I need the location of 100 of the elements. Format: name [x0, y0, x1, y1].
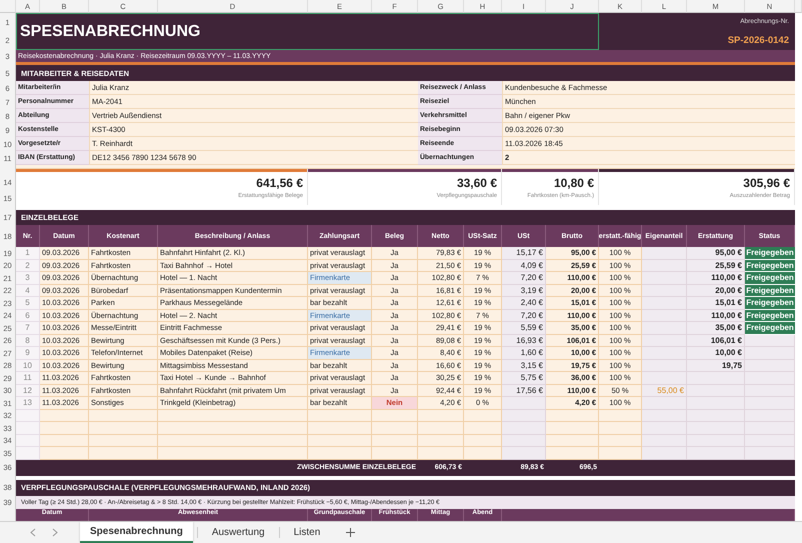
vat-cell: 5,75 € — [502, 372, 546, 384]
table-cell — [642, 434, 687, 447]
corner-cell[interactable] — [0, 0, 16, 13]
table-cell — [372, 434, 418, 447]
status-cell: Freigegeben — [745, 284, 795, 297]
row-number-cell: 6 — [16, 310, 40, 322]
next-sheet-icon[interactable] — [52, 528, 58, 537]
table-cell — [308, 434, 372, 447]
table-cell — [89, 447, 158, 460]
vat-cell: 3,19 € — [502, 284, 546, 297]
status-cell: Freigegeben — [745, 272, 795, 284]
invoice-number: SP-2026-0142 — [726, 35, 790, 46]
status-cell: Freigegeben — [745, 322, 795, 334]
table-cell — [687, 447, 745, 460]
refund-cell: 20,00 € — [687, 284, 745, 297]
refund-cell: 15,01 € — [687, 297, 745, 310]
table-cell — [745, 447, 795, 460]
summary-value: 305,96 € — [743, 175, 791, 190]
table-cell — [642, 272, 687, 284]
table-cell — [642, 284, 687, 297]
own-share-cell: 55,00 € — [642, 384, 687, 397]
table-cell — [418, 422, 464, 434]
refund-cell: 95,00 € — [687, 247, 745, 260]
vat-cell: 2,40 € — [502, 297, 546, 310]
vat-cell: 17,56 € — [502, 384, 546, 397]
table-cell — [642, 334, 687, 347]
table-cell — [308, 447, 372, 460]
summary-value: 641,56 € — [256, 175, 304, 190]
table-cell — [502, 410, 546, 422]
table-cell — [642, 372, 687, 384]
table-cell — [546, 422, 599, 434]
sheet-tab[interactable]: Listen — [284, 522, 330, 543]
table-cell — [745, 334, 795, 347]
row-number-cell: 7 — [16, 322, 40, 334]
row-number-cell: 10 — [16, 360, 40, 372]
refund-cell: 10,00 € — [687, 347, 745, 360]
table-cell — [642, 297, 687, 310]
sheet-tab[interactable]: Spesenabrechnung — [80, 522, 193, 543]
table-cell — [372, 410, 418, 422]
table-cell — [502, 434, 546, 447]
table-cell — [745, 347, 795, 360]
status-cell: Freigegeben — [745, 260, 795, 272]
row-number-cell: 13 — [16, 397, 40, 410]
table-cell — [745, 422, 795, 434]
table-cell — [546, 410, 599, 422]
add-sheet-icon[interactable] — [346, 528, 356, 537]
row-number-cell: 11 — [16, 372, 40, 384]
table-cell — [40, 434, 89, 447]
table-cell — [464, 447, 502, 460]
table-cell — [89, 410, 158, 422]
table-cell — [642, 397, 687, 410]
table-cell — [599, 447, 642, 460]
table-cell — [308, 410, 372, 422]
table-cell — [16, 410, 40, 422]
table-cell — [599, 434, 642, 447]
table-cell — [745, 434, 795, 447]
table-cell — [745, 410, 795, 422]
table-cell — [642, 247, 687, 260]
vat-cell: 7,20 € — [502, 310, 546, 322]
vat-cell: 15,17 € — [502, 247, 546, 260]
vat-cell: 5,59 € — [502, 322, 546, 334]
table-cell — [89, 422, 158, 434]
refund-cell: 25,59 € — [687, 260, 745, 272]
table-cell — [372, 422, 418, 434]
row-number-cell: 2 — [16, 260, 40, 272]
vat-cell: 3,15 € — [502, 360, 546, 372]
status-cell: Freigegeben — [745, 310, 795, 322]
table-cell — [745, 384, 795, 397]
refund-cell: 110,00 € — [687, 310, 745, 322]
table-cell — [40, 410, 89, 422]
summary-value: 33,60 € — [456, 175, 498, 190]
table-cell — [464, 422, 502, 434]
table-cell — [745, 360, 795, 372]
row-number-cell: 1 — [16, 247, 40, 260]
table-cell — [40, 447, 89, 460]
table-cell — [642, 422, 687, 434]
status-cell: Freigegeben — [745, 247, 795, 260]
table-cell — [642, 447, 687, 460]
refund-cell: 110,00 € — [687, 272, 745, 284]
refund-cell: 35,00 € — [687, 322, 745, 334]
sheet-tab[interactable]: Auswertung — [202, 522, 275, 543]
table-cell — [418, 434, 464, 447]
table-cell — [642, 410, 687, 422]
vat-cell: 4,09 € — [502, 260, 546, 272]
column-header[interactable] — [795, 0, 802, 13]
table-cell — [502, 447, 546, 460]
row-header[interactable] — [0, 508, 16, 520]
table-cell — [40, 422, 89, 434]
table-cell — [418, 447, 464, 460]
row-number-cell: 9 — [16, 347, 40, 360]
table-cell — [372, 447, 418, 460]
status-cell: Freigegeben — [745, 297, 795, 310]
row-number-cell: 8 — [16, 334, 40, 347]
summary-value: 10,80 € — [554, 175, 595, 190]
table-cell — [16, 422, 40, 434]
row-number-cell: 4 — [16, 284, 40, 297]
table-cell — [89, 434, 158, 447]
vat-cell: 1,60 € — [502, 347, 546, 360]
table-cell — [599, 422, 642, 434]
previous-sheet-icon[interactable] — [30, 528, 36, 537]
